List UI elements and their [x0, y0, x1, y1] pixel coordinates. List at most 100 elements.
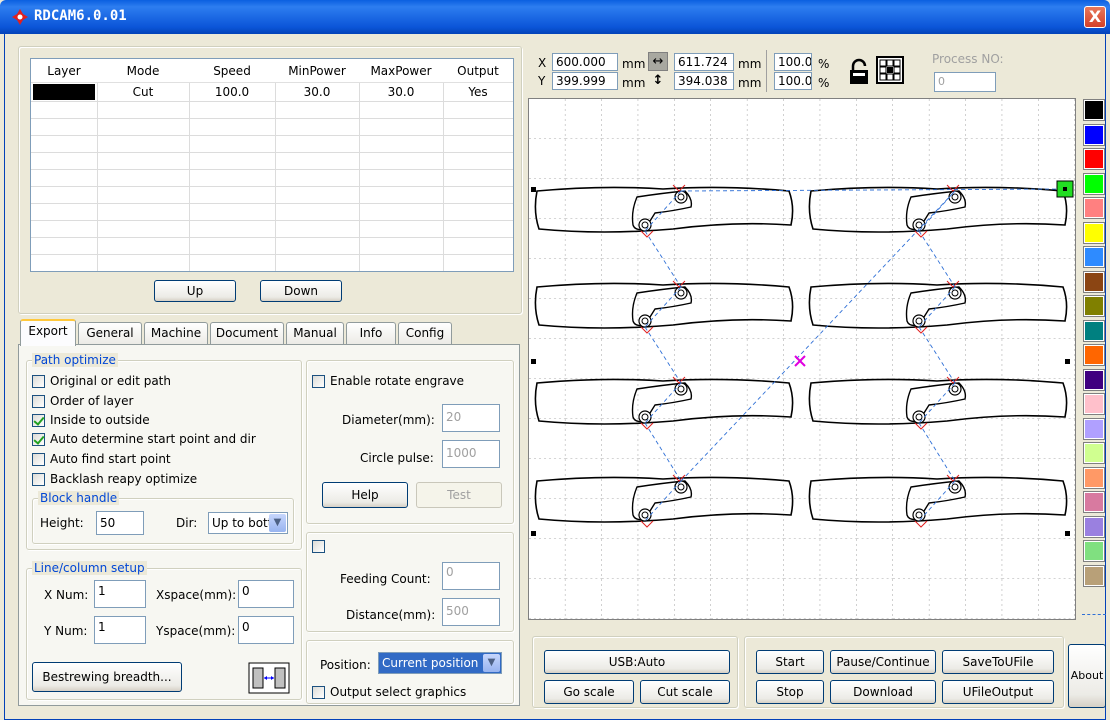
tab-document[interactable]: Document [210, 322, 284, 344]
width-arrow-icon[interactable]: ↔ [648, 52, 668, 71]
grid-align-icon[interactable] [876, 56, 904, 84]
diameter-input[interactable]: 20 [442, 404, 500, 432]
order-layer-label[interactable]: Order of layer [50, 394, 133, 408]
tab-info[interactable]: Info [346, 322, 396, 344]
col-header-mode[interactable]: Mode [97, 59, 189, 83]
auto-determine-checkbox[interactable] [32, 433, 45, 446]
palette-swatch[interactable] [1083, 442, 1105, 464]
inside-outside-checkbox[interactable] [32, 414, 45, 427]
palette-swatch[interactable] [1083, 466, 1105, 489]
output-select-checkbox[interactable] [312, 686, 325, 699]
app-logo-icon [12, 9, 28, 25]
dir-select[interactable]: Up to bott ▼ [208, 512, 288, 534]
download-button[interactable]: Download [830, 680, 936, 704]
palette-swatch[interactable] [1083, 172, 1105, 195]
position-select[interactable]: Current position ▼ [378, 652, 502, 674]
tab-machine[interactable]: Machine [144, 322, 208, 344]
scale-y-input[interactable]: 100.0 [774, 72, 812, 90]
pause-continue-button[interactable]: Pause/Continue [830, 650, 936, 674]
chevron-down-icon[interactable]: ▼ [269, 514, 286, 532]
order-layer-checkbox[interactable] [32, 395, 45, 408]
palette-swatch[interactable] [1083, 246, 1105, 268]
palette-swatch[interactable] [1083, 123, 1105, 146]
layer-table[interactable]: Layer Mode Speed MinPower MaxPower Outpu… [30, 58, 514, 272]
height-input[interactable]: 50 [96, 511, 144, 535]
backlash-label[interactable]: Backlash reapy optimize [50, 472, 197, 486]
down-button[interactable]: Down [260, 280, 342, 302]
go-scale-button[interactable]: Go scale [544, 680, 634, 704]
palette-swatch[interactable] [1083, 540, 1105, 562]
tab-manual[interactable]: Manual [286, 322, 344, 344]
tab-config[interactable]: Config [398, 322, 452, 344]
cut-scale-button[interactable]: Cut scale [640, 680, 730, 704]
output-select-label[interactable]: Output select graphics [330, 685, 466, 699]
ufile-output-button[interactable]: UFileOutput [942, 680, 1054, 704]
circle-pulse-input[interactable]: 1000 [442, 440, 500, 468]
layer-color-swatch[interactable] [33, 84, 95, 100]
xspace-input[interactable]: 0 [238, 580, 294, 608]
chevron-down-icon[interactable]: ▼ [483, 654, 500, 672]
enable-rotate-label[interactable]: Enable rotate engrave [330, 374, 464, 388]
x-coord-input[interactable]: 600.000 [552, 53, 618, 71]
palette-swatch[interactable] [1083, 319, 1105, 342]
height-input-coord[interactable]: 394.038 [674, 72, 734, 90]
palette-swatch[interactable] [1083, 148, 1105, 170]
about-button[interactable]: About [1068, 644, 1106, 708]
width-input[interactable]: 611.724 [674, 53, 734, 71]
test-button[interactable]: Test [416, 482, 502, 508]
height-unit: mm [738, 76, 762, 90]
palette-swatch[interactable] [1083, 221, 1105, 244]
original-path-checkbox[interactable] [32, 375, 45, 388]
palette-swatch[interactable] [1083, 393, 1105, 415]
col-header-maxpower[interactable]: MaxPower [359, 59, 443, 83]
palette-swatch[interactable] [1083, 564, 1105, 587]
height-arrow-icon[interactable]: ↕ [648, 72, 668, 91]
col-header-minpower[interactable]: MinPower [275, 59, 359, 83]
usb-auto-button[interactable]: USB:Auto [544, 650, 730, 674]
palette-swatch[interactable] [1083, 515, 1105, 538]
yspace-input[interactable]: 0 [238, 616, 294, 644]
design-canvas[interactable] [528, 98, 1076, 620]
palette-swatch[interactable] [1083, 197, 1105, 219]
y-coord-input[interactable]: 399.999 [552, 72, 618, 90]
stop-button[interactable]: Stop [756, 680, 824, 704]
feeding-count-input[interactable]: 0 [442, 562, 500, 590]
up-button[interactable]: Up [154, 280, 236, 302]
process-no-label: Process NO: [932, 52, 1004, 66]
save-to-ufile-button[interactable]: SaveToUFile [942, 650, 1054, 674]
position-label: Position: [320, 658, 371, 672]
col-header-layer[interactable]: Layer [31, 59, 97, 83]
lock-icon[interactable] [848, 58, 870, 86]
palette-swatch[interactable] [1083, 491, 1105, 513]
original-path-label[interactable]: Original or edit path [50, 374, 171, 388]
process-no-input[interactable]: 0 [934, 72, 996, 92]
palette-swatch[interactable] [1083, 344, 1105, 366]
col-header-speed[interactable]: Speed [189, 59, 275, 83]
enable-rotate-checkbox[interactable] [312, 375, 325, 388]
scale-x-input[interactable]: 100.0 [774, 53, 812, 71]
xnum-input[interactable]: 1 [94, 580, 146, 608]
inside-outside-label[interactable]: Inside to outside [50, 413, 150, 427]
start-button[interactable]: Start [756, 650, 824, 674]
palette-swatch[interactable] [1083, 417, 1105, 440]
backlash-checkbox[interactable] [32, 473, 45, 486]
feeding-checkbox[interactable] [312, 540, 325, 553]
auto-determine-label[interactable]: Auto determine start point and dir [50, 432, 256, 446]
palette-swatch[interactable] [1083, 99, 1105, 121]
palette-swatch[interactable] [1083, 295, 1105, 317]
help-button[interactable]: Help [322, 482, 408, 508]
palette-swatch[interactable] [1083, 270, 1105, 293]
close-button[interactable]: X [1084, 6, 1106, 28]
row-maxpower: 30.0 [387, 85, 415, 99]
distance-input[interactable]: 500 [442, 598, 500, 626]
auto-find-label[interactable]: Auto find start point [50, 452, 171, 466]
palette-swatch[interactable] [1083, 368, 1105, 391]
tab-general[interactable]: General [78, 322, 142, 344]
canvas-drawing[interactable] [529, 99, 1075, 619]
tab-export[interactable]: Export [20, 319, 76, 346]
bestrewing-button[interactable]: Bestrewing breadth... [32, 662, 182, 692]
col-header-output[interactable]: Output [443, 59, 513, 83]
dir-label: Dir: [176, 516, 198, 530]
ynum-input[interactable]: 1 [94, 616, 146, 644]
auto-find-checkbox[interactable] [32, 453, 45, 466]
